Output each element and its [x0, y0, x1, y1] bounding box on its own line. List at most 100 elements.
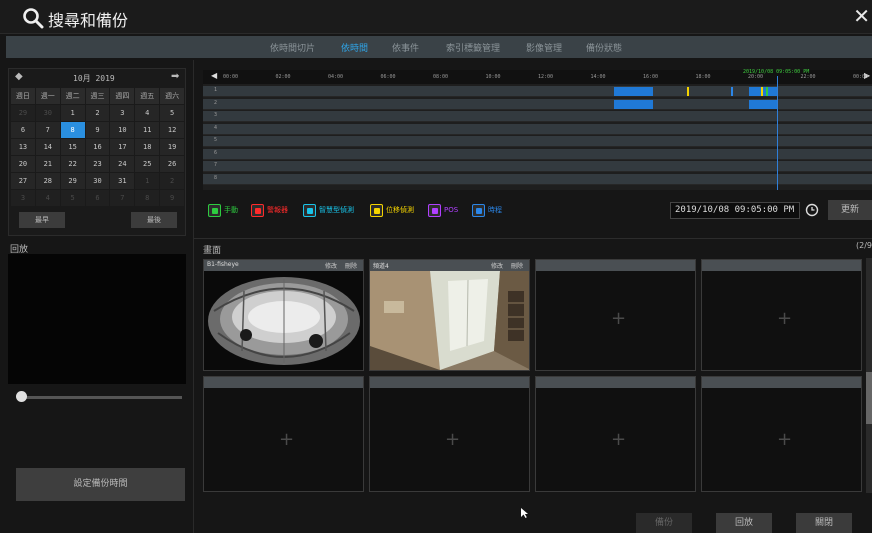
- set-backup-time-button[interactable]: 設定備份時間: [16, 468, 185, 501]
- calendar-day[interactable]: 28: [35, 173, 60, 189]
- timeline-channel-row[interactable]: 7: [203, 161, 872, 172]
- calendar-day[interactable]: 31: [110, 173, 135, 189]
- timeline-channel-row[interactable]: 6: [203, 148, 872, 160]
- calendar-day[interactable]: 4: [35, 190, 60, 206]
- calendar-day[interactable]: 7: [35, 122, 60, 138]
- datetime-input[interactable]: 2019/10/08 09:05:00 PM: [670, 202, 800, 219]
- calendar-day[interactable]: 1: [60, 105, 85, 121]
- timeline-event-marker[interactable]: [731, 87, 733, 96]
- playback-slider-handle[interactable]: [16, 391, 27, 402]
- calendar-day[interactable]: 18: [135, 139, 160, 155]
- calendar-day[interactable]: 27: [11, 173, 35, 189]
- calendar-day[interactable]: 24: [110, 156, 135, 172]
- empty-channel-slot[interactable]: +: [701, 376, 862, 492]
- calendar-day[interactable]: 2: [85, 105, 110, 121]
- tab-image-management[interactable]: 影像管理: [526, 41, 562, 54]
- thumbnail-delete-button[interactable]: 刪除: [345, 261, 357, 270]
- calendar-day[interactable]: 3: [110, 105, 135, 121]
- add-channel-icon[interactable]: +: [445, 429, 460, 450]
- calendar-day[interactable]: 26: [160, 156, 185, 172]
- calendar-day[interactable]: 13: [11, 139, 35, 155]
- close-icon[interactable]: ✕: [853, 4, 870, 28]
- add-channel-icon[interactable]: +: [611, 308, 626, 329]
- add-channel-icon[interactable]: +: [611, 429, 626, 450]
- thumbnail-card[interactable]: 頻道4 修改 刪除: [369, 259, 530, 371]
- calendar-day[interactable]: 3: [11, 190, 35, 206]
- thumbnail-delete-button[interactable]: 刪除: [511, 261, 523, 270]
- timeline-channel-row[interactable]: 5: [203, 136, 872, 147]
- calendar-day[interactable]: 29: [60, 173, 85, 189]
- add-channel-icon[interactable]: +: [279, 429, 294, 450]
- empty-channel-slot[interactable]: +: [701, 259, 862, 371]
- timeline-recording-segment[interactable]: [749, 87, 777, 96]
- playback-button[interactable]: 回放: [716, 513, 772, 533]
- calendar-day[interactable]: 5: [60, 190, 85, 206]
- tab-backup-status[interactable]: 備份狀態: [586, 41, 622, 54]
- timeline-channel-row[interactable]: 1: [203, 86, 872, 97]
- empty-channel-slot[interactable]: +: [369, 376, 530, 492]
- next-month-icon[interactable]: ➡: [171, 71, 179, 82]
- timeline-recording-segment[interactable]: [614, 87, 653, 96]
- calendar-day[interactable]: 29: [11, 105, 35, 121]
- calendar-day[interactable]: 9: [160, 190, 185, 206]
- thumbnail-scrollbar-thumb[interactable]: [866, 372, 872, 424]
- calendar-day[interactable]: 16: [85, 139, 110, 155]
- calendar-day[interactable]: 20: [11, 156, 35, 172]
- timeline-channel-row[interactable]: 3: [203, 111, 872, 122]
- calendar-day[interactable]: 2: [160, 173, 185, 189]
- calendar-day[interactable]: 9: [85, 122, 110, 138]
- calendar-day[interactable]: 6: [85, 190, 110, 206]
- calendar-day[interactable]: 17: [110, 139, 135, 155]
- playback-slider-track[interactable]: [20, 396, 182, 399]
- tab-tag-management[interactable]: 索引標籤管理: [446, 41, 500, 54]
- prev-month-icon[interactable]: ◆: [15, 71, 23, 82]
- calendar-day[interactable]: 25: [135, 156, 160, 172]
- calendar-day[interactable]: 19: [160, 139, 185, 155]
- empty-channel-slot[interactable]: +: [203, 376, 364, 492]
- calendar-day[interactable]: 8: [135, 190, 160, 206]
- close-button[interactable]: 關閉: [796, 513, 852, 533]
- earliest-button[interactable]: 最早: [19, 212, 65, 228]
- timeline-channel-row[interactable]: 8: [203, 173, 872, 185]
- tab-by-time[interactable]: 依時間: [341, 41, 368, 54]
- calendar-day-selected[interactable]: 8: [60, 122, 85, 138]
- add-channel-icon[interactable]: +: [777, 429, 792, 450]
- calendar-day[interactable]: 12: [160, 122, 185, 138]
- timeline-channel-row[interactable]: 2: [203, 98, 872, 110]
- tab-by-event[interactable]: 依事件: [392, 41, 419, 54]
- timeline-channel-row[interactable]: 4: [203, 123, 872, 135]
- backup-button[interactable]: 備份: [636, 513, 692, 533]
- empty-channel-slot[interactable]: +: [535, 259, 696, 371]
- timeline-event-marker[interactable]: [766, 87, 768, 96]
- timeline[interactable]: ◀ ▶ 2019/10/08 09:05:00 PM 00:00 02:00 04:…: [203, 69, 872, 190]
- thumbnail-edit-button[interactable]: 修改: [491, 261, 503, 270]
- refresh-button[interactable]: 更新: [828, 200, 872, 220]
- calendar-day[interactable]: 10: [110, 122, 135, 138]
- add-channel-icon[interactable]: +: [777, 308, 792, 329]
- calendar-day[interactable]: 6: [11, 122, 35, 138]
- calendar-day[interactable]: 5: [160, 105, 185, 121]
- tab-by-time-slice[interactable]: 依時間切片: [270, 41, 315, 54]
- calendar-day[interactable]: 21: [35, 156, 60, 172]
- timeline-event-marker[interactable]: [687, 87, 689, 96]
- calendar-day[interactable]: 22: [60, 156, 85, 172]
- thumbnail-card[interactable]: B1-fisheye 修改 刪除: [203, 259, 364, 371]
- latest-button[interactable]: 最後: [131, 212, 177, 228]
- timeline-recording-segment[interactable]: [749, 99, 777, 109]
- clock-icon[interactable]: [805, 203, 819, 217]
- calendar-day[interactable]: 4: [135, 105, 160, 121]
- calendar-day[interactable]: 14: [35, 139, 60, 155]
- calendar-day[interactable]: 15: [60, 139, 85, 155]
- calendar-day[interactable]: 23: [85, 156, 110, 172]
- calendar-day[interactable]: 7: [110, 190, 135, 206]
- calendar-day[interactable]: 1: [135, 173, 160, 189]
- calendar-day[interactable]: 30: [35, 105, 60, 121]
- timeline-prev-icon[interactable]: ◀: [211, 71, 217, 80]
- calendar-day[interactable]: 11: [135, 122, 160, 138]
- thumbnail-edit-button[interactable]: 修改: [325, 261, 337, 270]
- empty-channel-slot[interactable]: +: [535, 376, 696, 492]
- timeline-recording-segment[interactable]: [614, 99, 653, 109]
- calendar-day[interactable]: 30: [85, 173, 110, 189]
- timeline-cursor[interactable]: [777, 76, 778, 190]
- timeline-event-marker[interactable]: [761, 87, 763, 96]
